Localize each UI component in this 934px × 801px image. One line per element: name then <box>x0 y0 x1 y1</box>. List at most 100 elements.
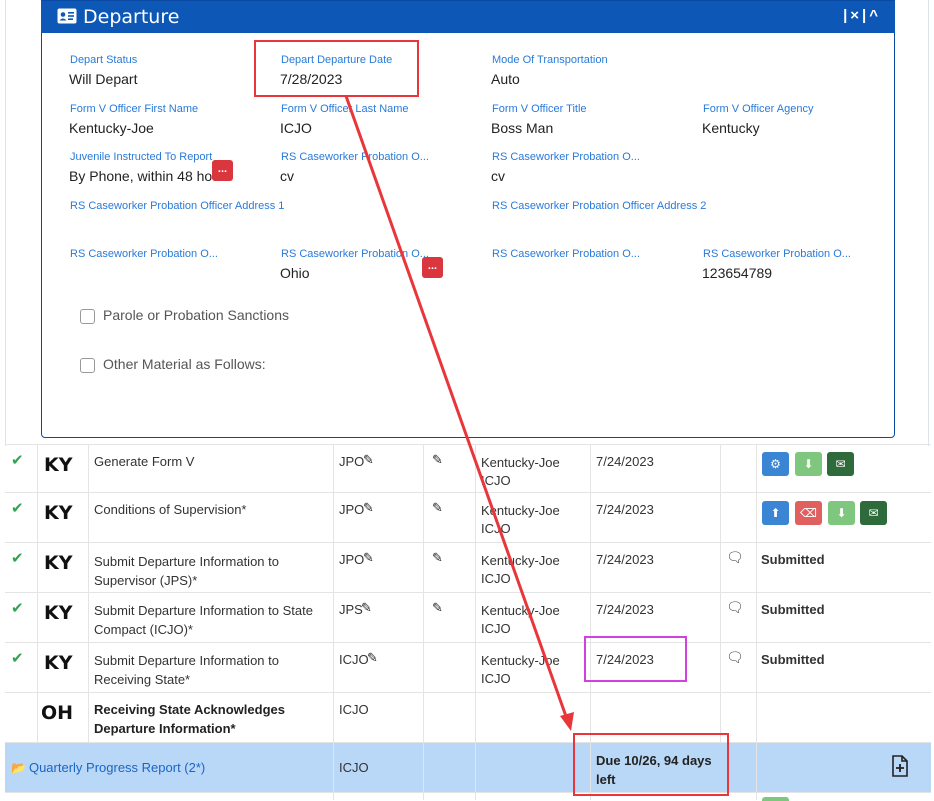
juvenile-instructed-value: By Phone, within 48 hours <box>69 168 232 184</box>
state-code: KY <box>44 602 73 624</box>
edit-icon[interactable]: ✎ <box>367 650 378 666</box>
table-row: ✔ KY Submit Departure Information to Rec… <box>5 642 931 692</box>
table-row: ✔ KY Conditions of Supervision* JPO ✎ ✎ … <box>5 492 931 542</box>
action-button-partial[interactable] <box>762 797 789 801</box>
rs-state-label: RS Caseworker Probation O... <box>281 248 429 260</box>
comments-icon[interactable]: 🗨 <box>726 649 744 666</box>
close-icon[interactable]: × <box>850 7 862 24</box>
officer-last-value: ICJO <box>280 120 312 136</box>
rs-address-1-label: RS Caseworker Probation Officer Address … <box>70 200 285 212</box>
departure-panel: Departure |×|^ Depart Status Will Depart… <box>41 0 895 438</box>
check-icon: ✔ <box>11 500 24 517</box>
state-code: KY <box>44 454 73 476</box>
juvenile-instructed-label: Juvenile Instructed To Report <box>70 151 213 163</box>
table-row: ✔ KY Generate Form V JPO ✎ ✎ Kentucky-Jo… <box>5 444 931 492</box>
sanctions-label: Parole or Probation Sanctions <box>103 307 289 323</box>
rs-phone-value: 123654789 <box>702 265 773 281</box>
edit-icon[interactable]: ✎ <box>363 500 374 516</box>
task-name: Submit Departure Information to State Co… <box>94 603 313 637</box>
rs-caseworker-2-label: RS Caseworker Probation O... <box>492 151 640 163</box>
role: JPO <box>339 502 365 517</box>
officer-agency-label: Form V Officer Agency <box>703 103 814 115</box>
upload-icon[interactable]: ⬆ <box>762 501 789 525</box>
gear-icon[interactable]: ⚙ <box>762 452 789 476</box>
more-options-icon[interactable]: ... <box>212 160 233 181</box>
file-add-icon[interactable] <box>891 755 909 777</box>
edit-icon[interactable]: ✎ <box>432 452 443 468</box>
highlight-due <box>573 733 729 796</box>
table-row: ✔ KY Submit Departure Information to Sta… <box>5 592 931 642</box>
rs-caseworker-1-label: RS Caseworker Probation O... <box>281 151 429 163</box>
rs-caseworker-2-value: cv <box>491 168 505 184</box>
status-text: Submitted <box>761 652 825 667</box>
role: JPO <box>339 454 365 469</box>
officer-first-value: Kentucky-Joe <box>69 120 154 136</box>
page-border-left <box>5 0 6 446</box>
panel-header: Departure |×|^ <box>41 1 895 33</box>
quarterly-report-link[interactable]: 📂 Quarterly Progress Report (2*) <box>11 760 205 775</box>
officer-last-label: Form V Officer Last Name <box>281 103 409 115</box>
other-material-label: Other Material as Follows: <box>103 356 266 372</box>
check-icon: ✔ <box>11 452 24 469</box>
download-icon[interactable]: ⬇ <box>828 501 855 525</box>
date: 7/24/2023 <box>596 502 654 517</box>
officer-title-label: Form V Officer Title <box>492 103 587 115</box>
task-name: Generate Form V <box>94 454 195 469</box>
state-code: OH <box>41 702 74 724</box>
highlight-depart-date <box>254 40 419 97</box>
page-border-right <box>928 0 929 446</box>
id-card-icon <box>57 8 77 24</box>
check-icon: ✔ <box>11 550 24 567</box>
role: ICJO <box>339 702 369 717</box>
edit-icon[interactable]: ✎ <box>363 452 374 468</box>
assigned-person: Kentucky-Joe ICJO <box>481 455 560 488</box>
depart-status-value: Will Depart <box>69 71 138 87</box>
state-code: KY <box>44 652 73 674</box>
assigned-person: Kentucky-Joe ICJO <box>481 653 560 686</box>
date: 7/24/2023 <box>596 602 654 617</box>
download-icon[interactable]: ⬇ <box>795 452 822 476</box>
rs-caseworker-1-value: cv <box>280 168 294 184</box>
date: 7/24/2023 <box>596 552 654 567</box>
quarterly-report-label: Quarterly Progress Report (2*) <box>28 760 206 775</box>
chevron-up-icon[interactable]: ^ <box>869 7 881 24</box>
other-material-checkbox-row[interactable]: Other Material as Follows: <box>80 356 266 373</box>
role: JPS <box>339 602 363 617</box>
rs-state-value: Ohio <box>280 265 310 281</box>
depart-status-label: Depart Status <box>70 54 138 66</box>
task-name: Submit Departure Information to Supervis… <box>94 554 279 588</box>
email-icon[interactable]: ✉ <box>860 501 887 525</box>
rs-address-2-label: RS Caseworker Probation Officer Address … <box>492 200 707 212</box>
officer-agency-value: Kentucky <box>702 120 760 136</box>
role: ICJO <box>339 652 369 667</box>
assigned-person: Kentucky-Joe ICJO <box>481 553 560 586</box>
table-row: ✔ KY Submit Departure Information to Sup… <box>5 542 931 592</box>
highlight-date <box>584 636 687 682</box>
sanctions-checkbox-row[interactable]: Parole or Probation Sanctions <box>80 307 289 324</box>
edit-icon[interactable]: ✎ <box>432 500 443 516</box>
edit-icon[interactable]: ✎ <box>363 550 374 566</box>
panel-controls: |×|^ <box>843 7 881 24</box>
rs-phone-label: RS Caseworker Probation O... <box>703 248 851 260</box>
comments-icon[interactable]: 🗨 <box>726 549 744 566</box>
eraser-icon[interactable]: ⌫ <box>795 501 822 525</box>
status-text: Submitted <box>761 552 825 567</box>
state-code: KY <box>44 502 73 524</box>
edit-icon[interactable]: ✎ <box>432 550 443 566</box>
officer-first-label: Form V Officer First Name <box>70 103 199 115</box>
assigned-person: Kentucky-Joe ICJO <box>481 603 560 636</box>
quarterly-report-row[interactable]: 📂 Quarterly Progress Report (2*) ICJO Due… <box>5 742 931 792</box>
email-icon[interactable]: ✉ <box>827 452 854 476</box>
more-options-icon[interactable]: ... <box>422 257 443 278</box>
role: JPO <box>339 552 365 567</box>
edit-icon[interactable]: ✎ <box>432 600 443 616</box>
comments-icon[interactable]: 🗨 <box>726 599 744 616</box>
mode-value: Auto <box>491 71 520 87</box>
task-name: Submit Departure Information to Receivin… <box>94 653 279 687</box>
table-row: OH Receiving State Acknowledges Departur… <box>5 692 931 742</box>
assigned-person: Kentucky-Joe ICJO <box>481 503 560 536</box>
sanctions-checkbox[interactable] <box>80 308 95 324</box>
edit-icon[interactable]: ✎ <box>361 600 372 616</box>
other-material-checkbox[interactable] <box>80 357 95 373</box>
task-name: Conditions of Supervision* <box>94 502 247 517</box>
